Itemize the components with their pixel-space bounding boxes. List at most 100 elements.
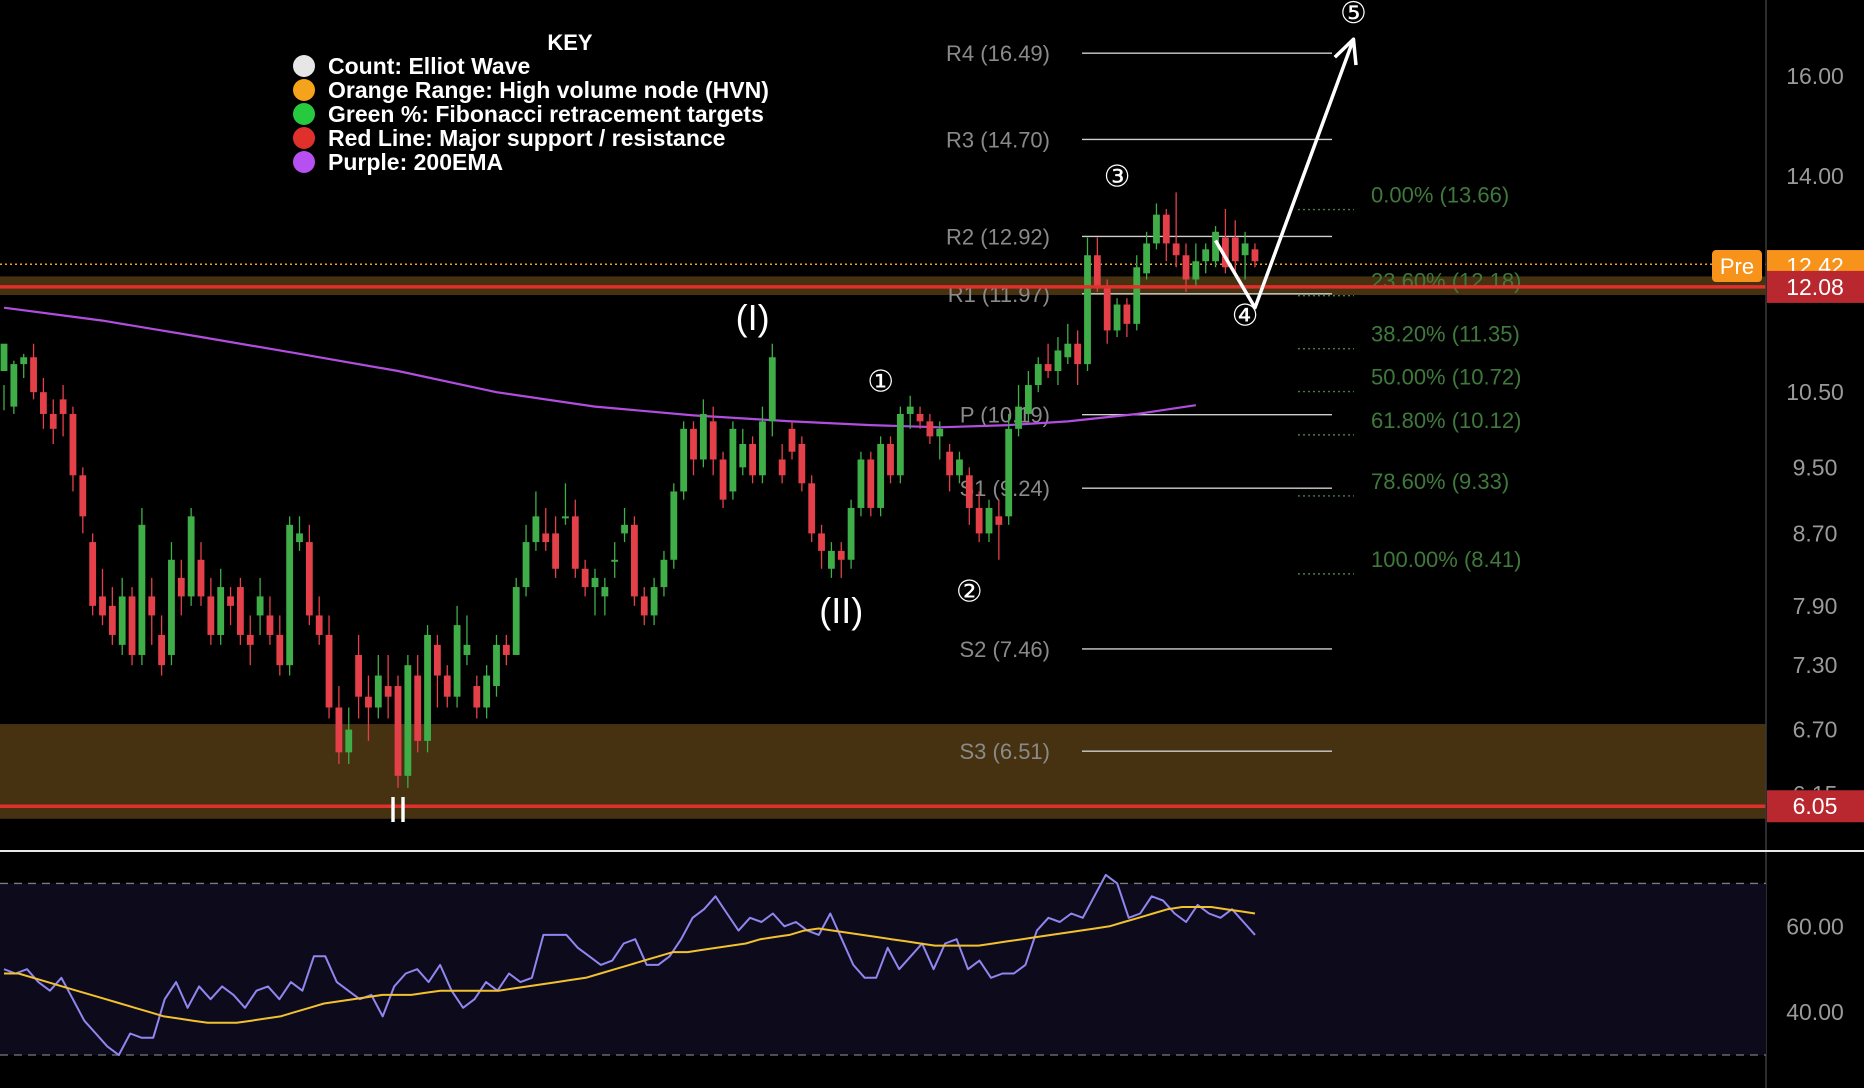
candle-body bbox=[660, 559, 668, 588]
candle-body bbox=[20, 357, 28, 365]
candle-body bbox=[1093, 255, 1101, 286]
candle-body bbox=[837, 550, 845, 560]
candle-body bbox=[611, 559, 619, 562]
rsi-band-fill bbox=[0, 883, 1766, 1055]
candle-body bbox=[1044, 364, 1052, 372]
candle-body bbox=[207, 596, 215, 635]
candle bbox=[89, 533, 97, 616]
candle-body bbox=[365, 696, 372, 708]
wave-label: ② bbox=[956, 576, 983, 609]
candle bbox=[1005, 413, 1013, 525]
candle-body bbox=[1103, 285, 1111, 331]
candle-body bbox=[818, 533, 825, 551]
candle bbox=[808, 475, 816, 543]
candle bbox=[729, 421, 737, 500]
candle-body bbox=[631, 524, 638, 597]
pre-market-tag-label: Pre bbox=[1720, 254, 1754, 279]
candle bbox=[512, 577, 520, 655]
candle-body bbox=[847, 507, 855, 560]
candle-body bbox=[768, 357, 776, 422]
candle-body bbox=[177, 577, 185, 597]
y-tick-label: 10.50 bbox=[1786, 379, 1844, 405]
candle-body bbox=[828, 550, 835, 569]
candle-body bbox=[729, 428, 737, 492]
fib-label: 100.00% (8.41) bbox=[1371, 547, 1521, 572]
y-tick-label: 6.70 bbox=[1793, 717, 1838, 743]
pivot-label: S2 (7.46) bbox=[960, 637, 1051, 662]
wave-label: (I) bbox=[736, 297, 770, 338]
candle-body bbox=[483, 675, 491, 708]
legend-item: Count: Elliot Wave bbox=[328, 53, 530, 79]
candle-body bbox=[394, 686, 402, 776]
legend-swatch bbox=[293, 151, 315, 173]
candle-body bbox=[1123, 304, 1131, 324]
y-tick-label: 8.70 bbox=[1793, 520, 1838, 546]
candle-body bbox=[0, 343, 8, 372]
y-tick-label: 14.00 bbox=[1786, 163, 1844, 189]
candle-body bbox=[798, 444, 806, 484]
candle-body bbox=[1015, 406, 1022, 429]
candle-body bbox=[79, 475, 87, 517]
candle-body bbox=[1005, 428, 1013, 517]
fib-label: 23.60% (12.18) bbox=[1371, 269, 1521, 294]
y-tick-label: 7.30 bbox=[1793, 652, 1838, 678]
candle-body bbox=[463, 644, 471, 655]
candle-body bbox=[601, 587, 609, 597]
price-badge-label: 12.08 bbox=[1786, 274, 1844, 300]
legend-item: Green %: Fibonacci retracement targets bbox=[328, 101, 764, 127]
candle-body bbox=[197, 559, 205, 597]
fib-label: 0.00% (13.66) bbox=[1371, 183, 1509, 208]
chart-root: R4 (16.49) R3 (14.70) R2 (12.92) R1 (11.97)… bbox=[0, 0, 1864, 1088]
candle-body bbox=[621, 524, 628, 534]
candle-body bbox=[99, 596, 106, 616]
candle-body bbox=[985, 507, 993, 534]
candle-body bbox=[532, 516, 540, 543]
candle-body bbox=[158, 634, 165, 666]
candle-body bbox=[916, 413, 924, 422]
candle-body bbox=[749, 444, 756, 476]
candle-body bbox=[473, 686, 481, 708]
candle bbox=[670, 483, 678, 569]
legend-item: Purple: 200EMA bbox=[328, 149, 503, 175]
candle-body bbox=[926, 421, 934, 437]
candle bbox=[867, 451, 875, 517]
legend-item: Red Line: Major support / resistance bbox=[328, 125, 725, 151]
wave-label: II bbox=[388, 789, 408, 830]
pivot-label: S3 (6.51) bbox=[960, 739, 1051, 764]
chart-canvas: R4 (16.49)R3 (14.70)R2 (12.92)R1 (11.97)… bbox=[0, 0, 1864, 1088]
candle-body bbox=[542, 533, 550, 543]
candle-body bbox=[296, 533, 303, 543]
candle-body bbox=[759, 421, 766, 476]
pivot-label: S1 (9.24) bbox=[960, 476, 1051, 501]
y-tick-label: 7.90 bbox=[1793, 593, 1838, 619]
candle-body bbox=[1143, 243, 1150, 274]
candle-body bbox=[552, 533, 559, 569]
candle-body bbox=[1202, 249, 1210, 262]
candle-body bbox=[1113, 304, 1121, 331]
candle-body bbox=[1153, 214, 1160, 244]
candle-body bbox=[522, 542, 530, 588]
candle-body bbox=[128, 596, 136, 655]
candle bbox=[896, 406, 904, 484]
candle-body bbox=[906, 406, 914, 414]
pivot-label: R3 (14.70) bbox=[946, 127, 1050, 152]
candle-body bbox=[857, 459, 865, 508]
wave-label: (II) bbox=[819, 590, 863, 631]
wave-label: ④ bbox=[1232, 299, 1259, 332]
candle bbox=[404, 654, 412, 788]
fib-label: 38.20% (11.35) bbox=[1371, 322, 1520, 347]
candle-body bbox=[1054, 350, 1062, 372]
candle-body bbox=[1025, 385, 1032, 414]
candle-body bbox=[867, 459, 875, 508]
y-tick-label: 16.00 bbox=[1786, 63, 1844, 89]
candle-body bbox=[1133, 267, 1141, 324]
candle-body bbox=[1172, 243, 1180, 256]
candle-body bbox=[30, 357, 37, 393]
rsi-panel: 60.00 40.00 bbox=[0, 873, 1844, 1056]
candle-body bbox=[1192, 261, 1200, 280]
candle-body bbox=[995, 516, 1003, 525]
legend-swatch bbox=[293, 103, 315, 125]
candle-body bbox=[118, 596, 126, 645]
candle-body bbox=[493, 644, 500, 687]
candle-body bbox=[305, 542, 313, 616]
